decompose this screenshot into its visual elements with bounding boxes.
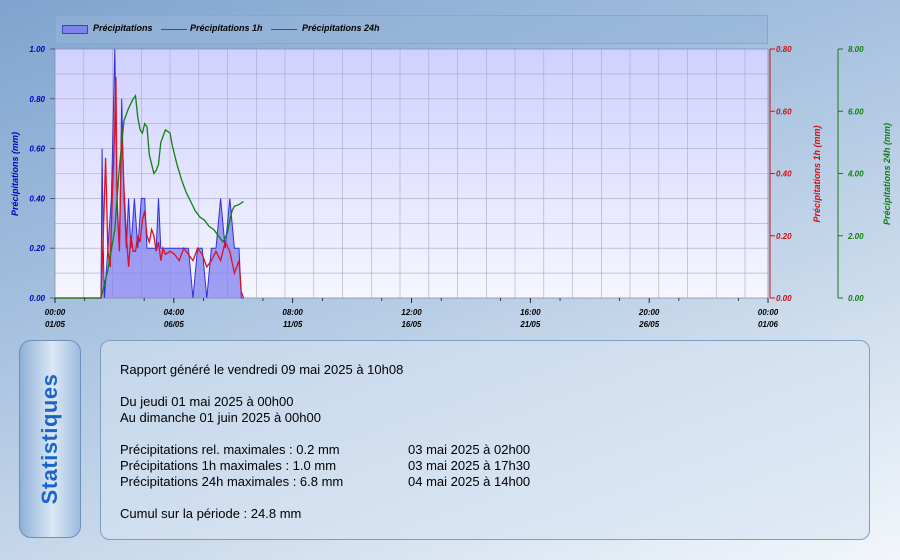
right1-axis-label: Précipitations 1h (mm) <box>812 125 822 222</box>
right2-tick-label: 2.00 <box>847 232 864 241</box>
x-tick-time: 04:00 <box>164 308 185 317</box>
right2-tick-label: 0.00 <box>848 294 864 303</box>
stat-label-24h: Précipitations 24h maximales : 6.8 mm <box>120 474 344 489</box>
right1-tick-label: 0.80 <box>776 45 792 54</box>
x-tick-time: 20:00 <box>638 308 660 317</box>
stat-label-rel: Précipitations rel. maximales : 0.2 mm <box>120 442 340 457</box>
x-tick-time: 12:00 <box>401 308 422 317</box>
legend-swatch-precip1h <box>161 29 187 30</box>
chart-legend: Précipitations Précipitations 1h Précipi… <box>55 15 768 44</box>
x-tick-date: 16/05 <box>401 320 422 329</box>
x-tick-date: 26/05 <box>638 320 660 329</box>
stat-when-1h: 03 mai 2025 à 17h30 <box>408 458 531 473</box>
period-from: Du jeudi 01 mai 2025 à 00h00 <box>120 394 294 409</box>
left-tick-label: 0.40 <box>29 194 45 203</box>
left-tick-label: 0.60 <box>29 145 45 154</box>
right1-tick-label: 0.40 <box>776 170 792 179</box>
period-to: Au dimanche 01 juin 2025 à 00h00 <box>120 410 321 425</box>
right2-tick-label: 6.00 <box>848 107 864 116</box>
left-tick-label: 0.80 <box>29 95 45 104</box>
left-tick-label: 0.00 <box>29 294 45 303</box>
right1-tick-label: 0.60 <box>776 107 792 116</box>
legend-swatch-precip24h <box>271 29 297 30</box>
stat-when-24h: 04 mai 2025 à 14h00 <box>408 474 531 489</box>
x-tick-time: 00:00 <box>758 308 779 317</box>
right1-tick-label: 0.00 <box>776 294 792 303</box>
left-tick-label: 0.20 <box>29 244 45 253</box>
legend-label-precip1h: Précipitations 1h <box>190 23 263 33</box>
x-tick-time: 00:00 <box>45 308 66 317</box>
x-tick-date: 11/05 <box>283 320 303 329</box>
right2-tick-label: 8.00 <box>848 45 864 54</box>
right2-axis-label: Précipitations 24h (mm) <box>882 123 892 225</box>
x-tick-time: 16:00 <box>520 308 541 317</box>
legend-label-precip: Précipitations <box>93 23 153 33</box>
report-generated: Rapport généré le vendredi 09 mai 2025 à… <box>120 362 404 377</box>
x-tick-time: 08:00 <box>282 308 303 317</box>
x-tick-date: 01/06 <box>758 320 779 329</box>
left-axis-label: Précipitations (mm) <box>10 132 20 216</box>
stats-tab: Statistiques <box>19 340 81 538</box>
period-total: Cumul sur la période : 24.8 mm <box>120 506 302 521</box>
x-tick-date: 06/05 <box>164 320 185 329</box>
legend-label-precip24h: Précipitations 24h <box>302 23 380 33</box>
left-tick-label: 1.00 <box>29 45 45 54</box>
stat-when-rel: 03 mai 2025 à 02h00 <box>408 442 531 457</box>
stats-title: Statistiques <box>37 373 62 505</box>
x-tick-date: 01/05 <box>45 320 66 329</box>
right1-tick-label: 0.20 <box>776 232 792 241</box>
x-tick-date: 21/05 <box>519 320 541 329</box>
stat-label-1h: Précipitations 1h maximales : 1.0 mm <box>120 458 337 473</box>
stats-panel: Rapport généré le vendredi 09 mai 2025 à… <box>100 340 870 540</box>
precipitation-chart: 0.00 0.20 0.40 0.60 0.80 1.00 0.00 0.20 0.40 0.60… <box>10 45 892 329</box>
legend-swatch-precip <box>62 25 88 34</box>
right2-tick-label: 4.00 <box>847 170 864 179</box>
